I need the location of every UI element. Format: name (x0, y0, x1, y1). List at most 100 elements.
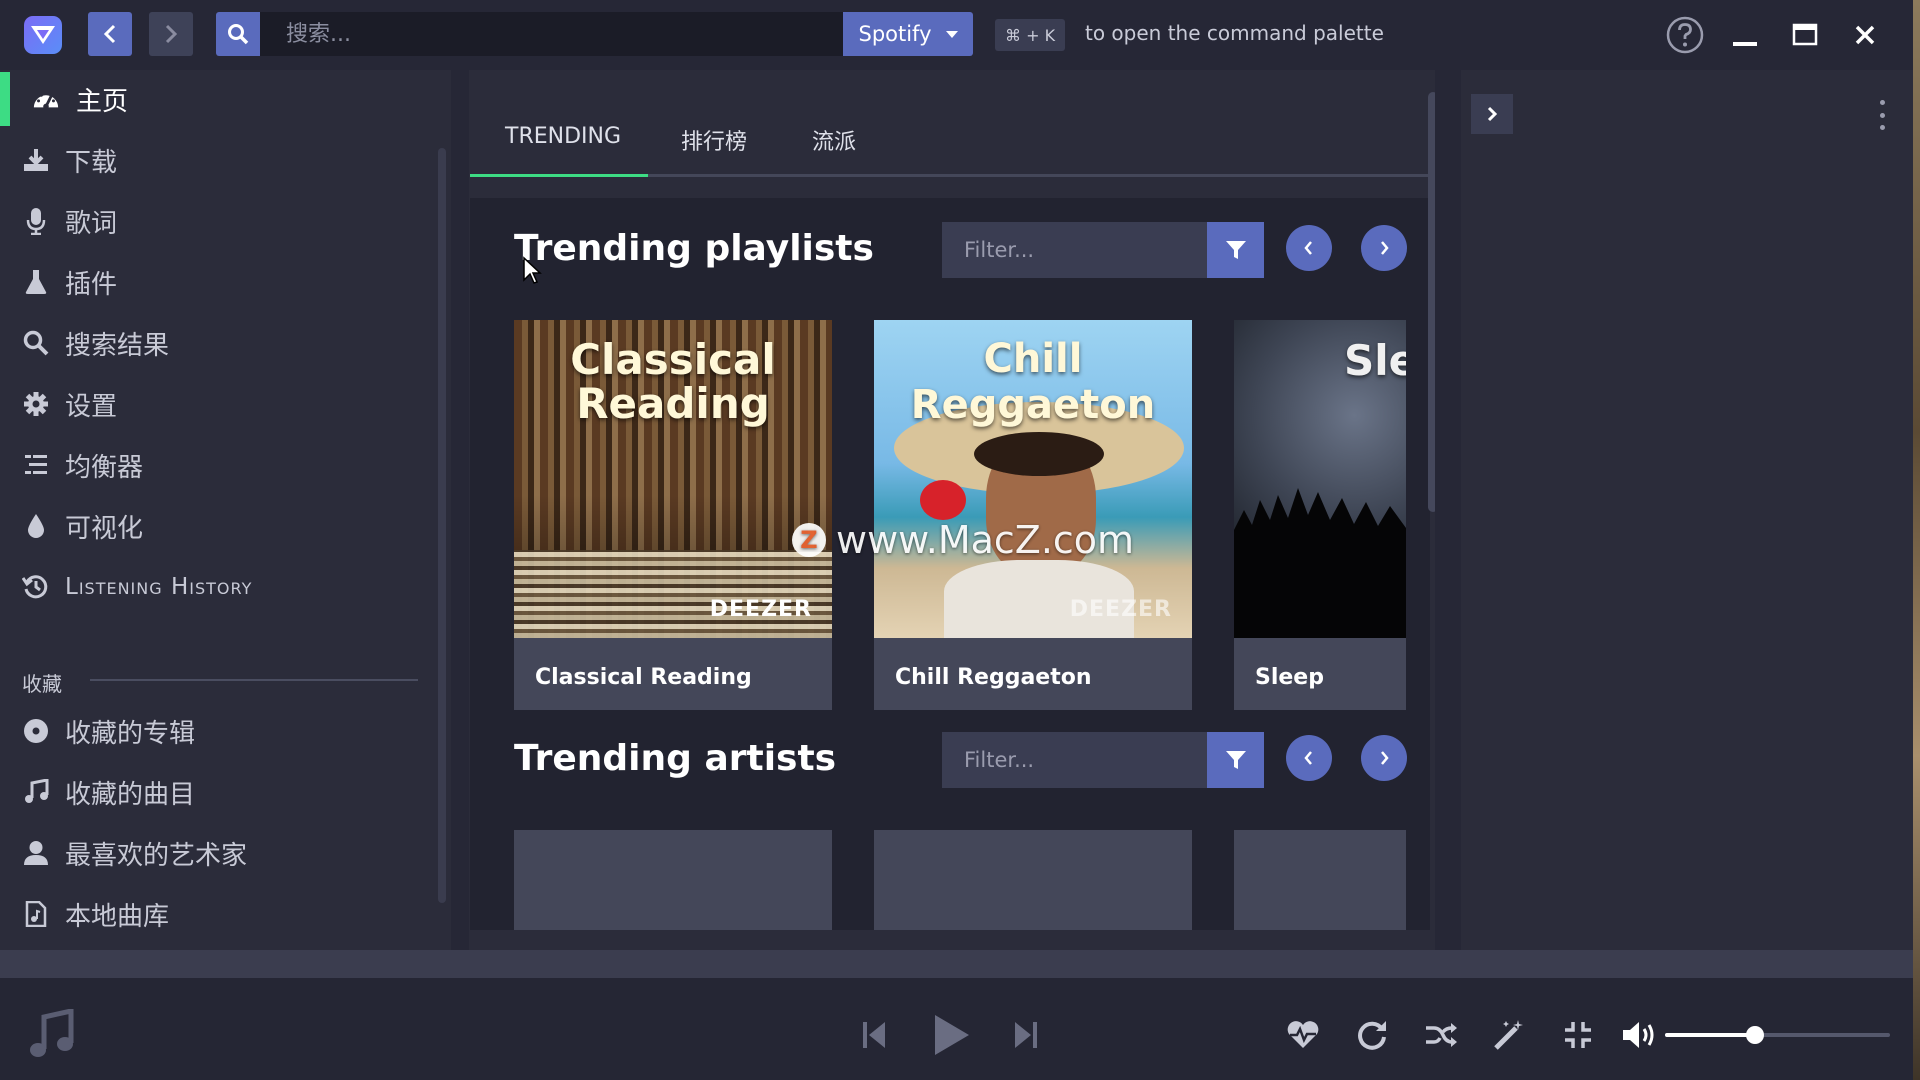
sidebar-item-saved-tracks[interactable]: 收藏的曲目 (0, 765, 440, 819)
skip-back-icon (863, 1022, 885, 1048)
mouse-cursor-icon (523, 256, 542, 284)
sidebar-item-settings[interactable]: 设置 (0, 377, 440, 431)
watermark-logo: Z (792, 523, 826, 557)
watermark: Z www.MacZ.com (792, 518, 1134, 562)
app-logo-icon (24, 16, 62, 54)
playlists-prev-button[interactable] (1286, 225, 1332, 271)
local-file-icon (22, 900, 50, 928)
heart-pulse-icon (1287, 1021, 1319, 1048)
sidebar-item-label: 下载 (65, 147, 118, 178)
artists-next-button[interactable] (1361, 735, 1407, 781)
magic-wand-button[interactable] (1490, 1016, 1528, 1054)
sidebar-item-saved-albums[interactable]: 收藏的专辑 (0, 704, 440, 758)
filter-icon (1225, 751, 1246, 769)
volume-button[interactable] (1620, 1016, 1660, 1054)
sidebar-item-plugins[interactable]: 插件 (0, 255, 440, 309)
sidebar-item-label: 插件 (65, 269, 118, 300)
sidebar-item-equalizer[interactable]: 均衡器 (0, 438, 440, 492)
sidebar-item-favorite-artists[interactable]: 最喜欢的艺术家 (0, 826, 440, 880)
sidebar-item-local-library[interactable]: 本地曲库 (0, 887, 440, 941)
maximize-button[interactable] (1784, 14, 1826, 56)
minimize-icon (1733, 42, 1757, 46)
chevron-left-icon (1304, 751, 1312, 765)
expand-panel-button[interactable] (1471, 94, 1513, 134)
compress-icon (1565, 1022, 1591, 1048)
dashboard-icon (32, 85, 60, 113)
back-button[interactable] (88, 12, 132, 56)
download-icon (22, 146, 50, 174)
artists-filter-button[interactable] (1207, 732, 1264, 788)
chevron-right-icon (1381, 751, 1389, 765)
disc-icon (22, 717, 50, 745)
artists-filter-input[interactable] (942, 732, 1207, 788)
sidebar-item-search-results[interactable]: 搜索结果 (0, 316, 440, 370)
playlist-title: Chill Reggaeton (895, 665, 1092, 690)
sidebar-item-label: Listening History (65, 574, 253, 600)
title-bar: Spotify ⌘ + K to open the command palett… (0, 0, 1920, 70)
sidebar-item-lyrics[interactable]: 歌词 (0, 194, 440, 248)
playlist-title: Classical Reading (535, 665, 752, 690)
sidebar-item-label: 收藏的专辑 (65, 718, 196, 749)
provider-dropdown[interactable]: Spotify (843, 12, 973, 56)
favorite-button[interactable] (1284, 1016, 1322, 1054)
sidebar-item-listening-history[interactable]: Listening History (0, 560, 440, 614)
microphone-icon (22, 207, 50, 235)
artist-card[interactable] (874, 830, 1192, 930)
track-progress-bar[interactable] (0, 950, 1913, 978)
playlist-card[interactable]: Slee Sleep (1234, 320, 1406, 710)
tab-genres[interactable]: 流派 (812, 124, 856, 156)
section-divider (90, 679, 418, 681)
mini-player-button[interactable] (1559, 1016, 1597, 1054)
playlists-filter-input[interactable] (942, 222, 1207, 278)
provider-label: Spotify (858, 22, 932, 46)
sidebar-item-downloads[interactable]: 下载 (0, 133, 440, 187)
sidebar-item-home[interactable]: 主页 (0, 72, 440, 126)
artists-prev-button[interactable] (1286, 735, 1332, 781)
forward-button[interactable] (149, 12, 193, 56)
deezer-brand: DEEZER (709, 597, 812, 622)
tab-charts[interactable]: 排行榜 (681, 124, 747, 156)
search-button[interactable] (216, 12, 260, 56)
playlists-filter-button[interactable] (1207, 222, 1264, 278)
playlist-card[interactable]: Classical Reading DEEZER Classical Readi… (514, 320, 832, 710)
volume-slider-handle[interactable] (1746, 1026, 1764, 1044)
search-input[interactable] (260, 12, 843, 56)
panel-menu-button[interactable] (1876, 100, 1888, 130)
artist-card[interactable] (1234, 830, 1406, 930)
close-button[interactable] (1844, 14, 1886, 56)
tab-trending[interactable]: TRENDING (505, 124, 621, 149)
sidebar: 主页 下载 歌词 插件 搜索结果 设置 均衡器 可视化 Listening Hi… (0, 70, 451, 950)
shuffle-button[interactable] (1422, 1016, 1460, 1054)
right-panel-resizer[interactable] (1435, 70, 1461, 950)
playlist-card[interactable]: Chill Reggaeton DEEZER Chill Reggaeton (874, 320, 1192, 710)
sidebar-item-label: 主页 (76, 86, 129, 117)
sidebar-item-label: 收藏的曲目 (65, 779, 196, 810)
sidebar-scrollbar[interactable] (438, 148, 446, 903)
playlists-next-button[interactable] (1361, 225, 1407, 271)
artist-card[interactable] (514, 830, 832, 930)
shortcut-hint: to open the command palette (1085, 21, 1384, 45)
next-track-button[interactable] (1010, 1016, 1042, 1054)
repeat-button[interactable] (1353, 1016, 1391, 1054)
chevron-right-icon (165, 24, 178, 44)
cover-title: Reading (576, 379, 770, 428)
magic-wand-icon (1494, 1020, 1523, 1050)
sidebar-resizer[interactable] (451, 70, 469, 950)
cover-title: Slee (1344, 336, 1406, 385)
play-icon (935, 1015, 969, 1055)
sidebar-item-label: 均衡器 (65, 452, 144, 483)
kebab-dot (1879, 125, 1885, 130)
play-button[interactable] (928, 1012, 974, 1058)
sidebar-item-label: 可视化 (65, 513, 144, 544)
cover-title: Classical (570, 335, 776, 384)
close-icon (1855, 25, 1875, 45)
kebab-dot (1879, 100, 1885, 105)
trending-panel: Trending playlists Classical Reading DEE… (470, 198, 1430, 930)
shuffle-icon (1426, 1023, 1457, 1047)
sidebar-item-visualizer[interactable]: 可视化 (0, 499, 440, 553)
album-art-placeholder (28, 1008, 76, 1060)
previous-track-button[interactable] (858, 1016, 890, 1054)
deezer-brand: DEEZER (1069, 597, 1172, 622)
help-button[interactable] (1664, 14, 1706, 56)
minimize-button[interactable] (1724, 14, 1766, 56)
